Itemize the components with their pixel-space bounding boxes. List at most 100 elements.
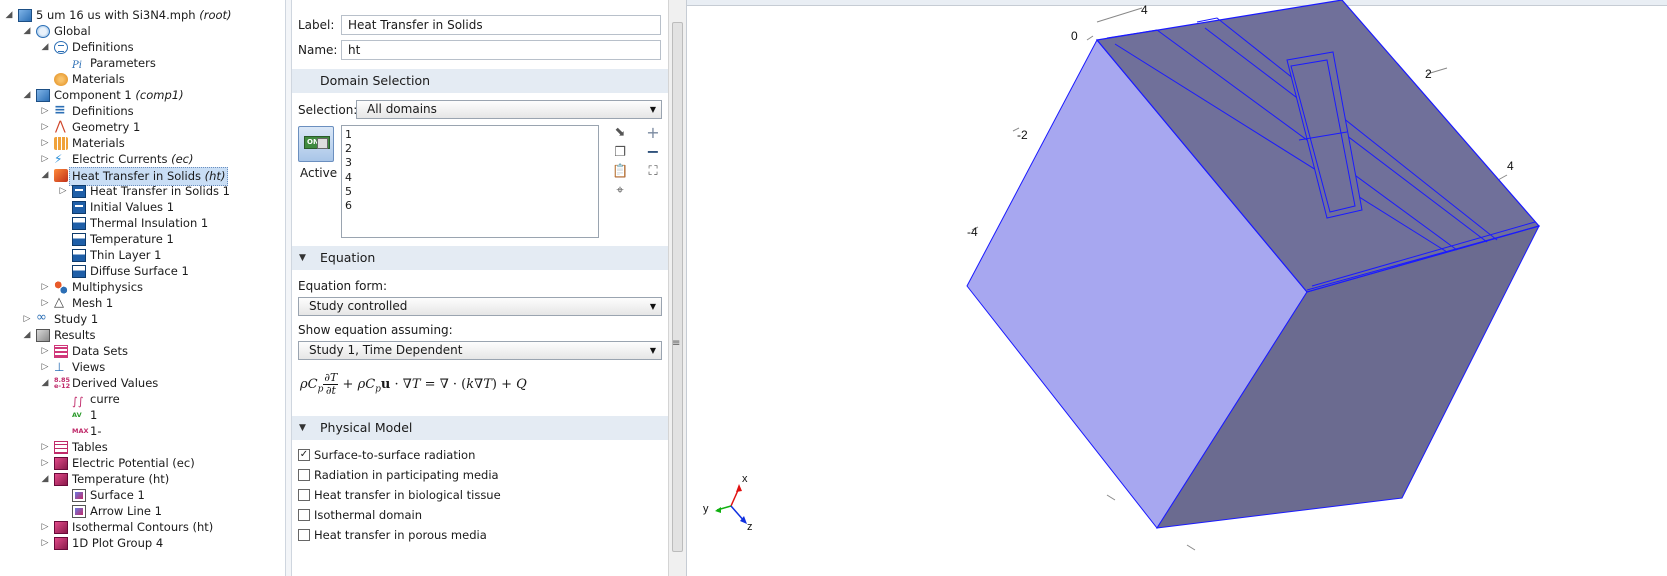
tree-node-text: Surface 1 (90, 488, 145, 502)
checkbox-label: Heat transfer in biological tissue (314, 488, 501, 502)
expand-closed-icon[interactable]: ▷ (40, 519, 50, 536)
scrollbar-thumb[interactable] (672, 22, 683, 552)
tree-node-text: Thin Layer 1 (90, 248, 162, 262)
checkbox-label: Isothermal domain (314, 508, 422, 522)
paste-selection-icon[interactable]: 📋 (612, 164, 628, 180)
tree-node-label: Component 1 (comp1) (54, 87, 184, 104)
expand-open-icon[interactable]: ◢ (40, 375, 50, 392)
chevron-down-icon: ▼ (649, 105, 656, 114)
expand-closed-icon[interactable]: ▷ (40, 119, 50, 136)
chevron-down-icon: ▼ (649, 302, 656, 311)
settings-panel: Label: Heat Transfer in Solids Name: ht … (292, 0, 668, 576)
boundary-node-icon (72, 233, 86, 246)
remove-from-selection-icon[interactable]: − (645, 144, 661, 160)
checkbox-checked[interactable]: ✓ (298, 449, 310, 461)
domain-list-item[interactable]: 2 (345, 142, 595, 156)
domain-node-icon (72, 201, 86, 214)
domain-list-item[interactable]: 1 (345, 128, 595, 142)
expand-closed-icon[interactable]: ▷ (40, 343, 50, 360)
equation-form-value: Study controlled (309, 299, 408, 313)
expand-open-icon[interactable]: ◢ (22, 327, 32, 344)
clear-selection-icon[interactable]: ⛶ (645, 164, 661, 180)
add-to-selection-icon[interactable]: + (645, 125, 661, 141)
checkbox-unchecked[interactable] (298, 489, 310, 501)
tree-node-label: Isothermal Contours (ht) (72, 519, 213, 536)
checkbox-unchecked[interactable] (298, 469, 310, 481)
multiphysics-icon (54, 281, 68, 294)
expand-closed-icon[interactable]: ▷ (40, 439, 50, 456)
expand-closed-icon[interactable]: ▷ (22, 311, 32, 328)
expand-closed-icon[interactable]: ▷ (40, 359, 50, 376)
equation-form-dropdown[interactable]: Study controlled ▼ (298, 297, 662, 316)
domain-list-item[interactable]: 4 (345, 171, 595, 185)
label-field[interactable]: Heat Transfer in Solids (341, 15, 661, 35)
expand-open-icon[interactable]: ◢ (40, 167, 50, 184)
average-icon: AV (72, 411, 82, 419)
tree-node-label: Heat Transfer in Solids 1 (90, 183, 230, 200)
section-physical-model[interactable]: ▼ Physical Model (292, 416, 668, 440)
checkbox-label: Surface-to-surface radiation (314, 448, 476, 462)
domain-list-item[interactable]: 3 (345, 156, 595, 170)
tree-node-label: Definitions (72, 39, 134, 56)
chevron-down-icon: ▼ (649, 346, 656, 355)
select-domains-icon[interactable]: ⬊ (612, 125, 628, 141)
tree-node-label: Study 1 (54, 311, 98, 328)
tree-node-text: Electric Currents (72, 152, 168, 166)
domain-list[interactable]: 123456 (341, 125, 599, 238)
expand-open-icon[interactable]: ◢ (40, 471, 50, 488)
equation-assume-dropdown[interactable]: Study 1, Time Dependent ▼ (298, 341, 662, 360)
expand-closed-icon[interactable]: ▷ (40, 103, 50, 120)
tree-node-text: Temperature 1 (90, 232, 174, 246)
expand-open-icon[interactable]: ◢ (22, 87, 32, 104)
expand-open-icon[interactable]: ◢ (4, 7, 14, 24)
tree-node-label: Multiphysics (72, 279, 143, 296)
graphics-window[interactable]: 4 0 2 -2 4 -4 x y z (686, 0, 1667, 576)
tree-node-label: Derived Values (72, 375, 158, 392)
expand-closed-icon[interactable]: ▷ (40, 455, 50, 472)
checkbox-unchecked[interactable] (298, 509, 310, 521)
expand-closed-icon[interactable]: ▷ (40, 535, 50, 552)
expand-open-icon[interactable]: ◢ (22, 23, 32, 40)
section-domain-selection[interactable]: Domain Selection (292, 69, 668, 93)
section-equation[interactable]: ▼ Equation (292, 246, 668, 270)
tree-node-label: Mesh 1 (72, 295, 113, 312)
expand-open-icon[interactable]: ◢ (40, 39, 50, 56)
geometry-view[interactable]: 4 0 2 -2 4 -4 x y z (687, 0, 1667, 576)
tree-node-text: Heat Transfer in Solids (72, 169, 201, 183)
section-physical-model-title: Physical Model (320, 420, 413, 435)
checkbox-unchecked[interactable] (298, 529, 310, 541)
expand-closed-icon[interactable]: ▷ (40, 279, 50, 296)
selection-dropdown[interactable]: All domains ▼ (356, 100, 662, 119)
tree-node-text: Parameters (90, 56, 156, 70)
expand-closed-icon[interactable]: ▷ (40, 135, 50, 152)
copy-selection-icon[interactable]: ❐ (612, 145, 628, 161)
definitions-icon (54, 41, 68, 54)
name-field[interactable]: ht (341, 40, 661, 60)
surface-plot-icon (72, 489, 86, 502)
derived-values-icon: 8.85 e-12 (54, 376, 71, 390)
tree-node-label: Electric Potential (ec) (72, 455, 195, 472)
selection-caption: Selection: (298, 103, 358, 117)
tree-node-label: Views (72, 359, 105, 376)
tree-node-text: 1- (90, 424, 102, 438)
expand-closed-icon[interactable]: ▷ (58, 183, 68, 200)
tree-node-text: Isothermal Contours (ht) (72, 520, 214, 534)
tables-icon (54, 441, 68, 454)
plot-group-icon (54, 537, 68, 550)
tree-node-tag: (root) (199, 8, 232, 22)
tree-node-text: Study 1 (54, 312, 99, 326)
tree-node-label: Data Sets (72, 343, 128, 360)
tree-node-text: Arrow Line 1 (90, 504, 162, 518)
boundary-node-icon (72, 265, 86, 278)
tree-node-tag: (comp1) (135, 88, 184, 102)
domain-list-item[interactable]: 6 (345, 199, 595, 213)
expand-closed-icon[interactable]: ▷ (40, 151, 50, 168)
zoom-to-selection-icon[interactable]: ⌖ (612, 183, 628, 199)
integration-icon: ∫∫ (72, 395, 84, 408)
tree-node-label: Arrow Line 1 (90, 503, 162, 520)
tree-node-text: Materials (72, 72, 125, 86)
settings-scrollbar[interactable]: ≡ (668, 0, 686, 576)
active-toggle-button[interactable]: ON (298, 126, 334, 162)
domain-list-item[interactable]: 5 (345, 185, 595, 199)
tree-node-text: Mesh 1 (72, 296, 114, 310)
